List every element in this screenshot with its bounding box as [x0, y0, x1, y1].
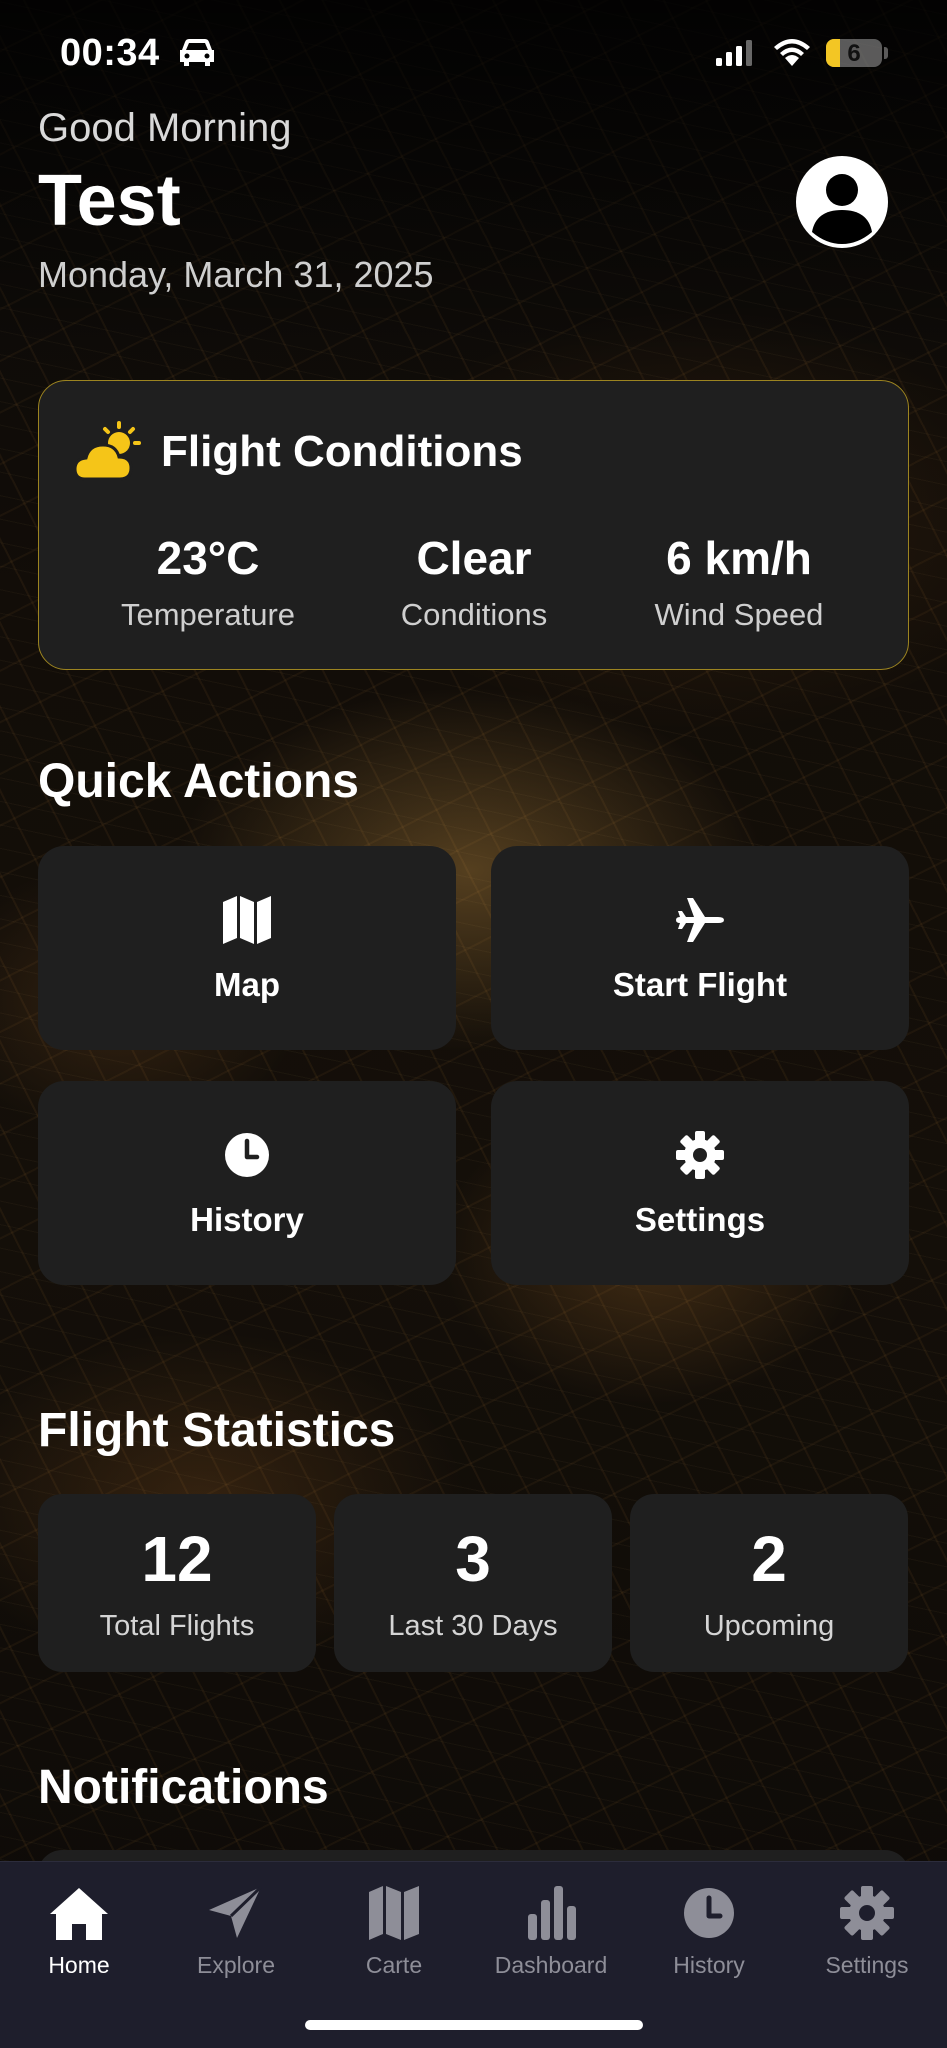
clock-icon — [684, 1888, 734, 1938]
tab-carte-label: Carte — [365, 1952, 423, 1978]
start-flight-label: Start Flight — [612, 966, 788, 1003]
paper-plane-icon — [209, 1885, 263, 1938]
bar-chart-icon — [528, 1886, 576, 1940]
tab-history-label: History — [673, 1952, 745, 1978]
tab-settings-label: Settings — [825, 1952, 909, 1978]
tab-home-label: Home — [48, 1952, 110, 1978]
map-action-button[interactable]: Map — [38, 846, 456, 1050]
last-30-days-value: 3 — [455, 1523, 491, 1595]
flight-statistics-title: Flight Statistics — [38, 1404, 396, 1457]
airplane-icon — [676, 898, 724, 942]
wifi-icon — [774, 39, 810, 66]
settings-action-label: Settings — [634, 1201, 766, 1238]
temperature-label: Temperature — [120, 597, 296, 632]
last-30-days-card: 3 Last 30 Days — [334, 1494, 612, 1672]
tab-home[interactable]: Home — [0, 1884, 158, 1979]
conditions-value: Clear — [416, 532, 532, 584]
start-flight-button[interactable]: Start Flight — [491, 846, 909, 1050]
temperature-value: 23°C — [156, 532, 260, 584]
conditions-label: Conditions — [400, 597, 548, 632]
tab-dashboard-label: Dashboard — [494, 1952, 608, 1978]
wind-speed-label: Wind Speed — [654, 597, 824, 632]
car-icon — [180, 39, 214, 66]
upcoming-flights-value: 2 — [751, 1523, 787, 1595]
home-indicator[interactable] — [305, 2020, 643, 2030]
profile-avatar-button[interactable] — [796, 156, 888, 248]
quick-actions-title: Quick Actions — [38, 755, 359, 808]
battery-indicator: 6 — [826, 39, 882, 67]
wind-speed-value: 6 km/h — [666, 532, 812, 584]
home-icon — [50, 1888, 108, 1940]
user-circle-icon — [812, 174, 872, 244]
user-name: Test — [38, 161, 181, 241]
flight-conditions-card: Flight Conditions 23°C Temperature Clear… — [38, 380, 909, 670]
clock-icon — [225, 1133, 269, 1177]
tab-settings[interactable]: Settings — [788, 1884, 946, 1979]
status-bar: 00:34 6 — [0, 0, 947, 106]
cellular-signal-icon — [716, 40, 752, 66]
upcoming-flights-label: Upcoming — [703, 1610, 835, 1642]
notifications-title: Notifications — [38, 1761, 329, 1814]
tab-explore[interactable]: Explore — [157, 1884, 315, 1979]
gear-icon — [676, 1131, 724, 1179]
last-30-days-label: Last 30 Days — [388, 1610, 558, 1642]
flight-conditions-title: Flight Conditions — [161, 427, 523, 476]
status-time: 00:34 — [60, 32, 160, 74]
conditions-stat: Clear Conditions — [349, 531, 599, 633]
gear-icon — [840, 1886, 894, 1940]
temperature-stat: 23°C Temperature — [83, 531, 333, 633]
current-date: Monday, March 31, 2025 — [38, 254, 434, 295]
map-icon — [223, 896, 271, 944]
map-action-label: Map — [214, 966, 280, 1003]
tab-dashboard[interactable]: Dashboard — [472, 1884, 630, 1979]
history-action-label: History — [190, 1201, 304, 1238]
total-flights-card: 12 Total Flights — [38, 1494, 316, 1672]
greeting-text: Good Morning — [38, 106, 292, 150]
tab-history[interactable]: History — [630, 1884, 788, 1979]
total-flights-value: 12 — [141, 1523, 213, 1595]
wind-speed-stat: 6 km/h Wind Speed — [614, 531, 864, 633]
upcoming-flights-card: 2 Upcoming — [630, 1494, 908, 1672]
tab-carte[interactable]: Carte — [315, 1884, 473, 1979]
tab-explore-label: Explore — [197, 1952, 275, 1978]
settings-action-button[interactable]: Settings — [491, 1081, 909, 1285]
history-action-button[interactable]: History — [38, 1081, 456, 1285]
battery-level: 6 — [847, 40, 861, 67]
partly-sunny-icon — [75, 421, 141, 481]
battery-cap — [884, 47, 888, 59]
total-flights-label: Total Flights — [99, 1610, 255, 1642]
map-icon — [369, 1886, 419, 1940]
